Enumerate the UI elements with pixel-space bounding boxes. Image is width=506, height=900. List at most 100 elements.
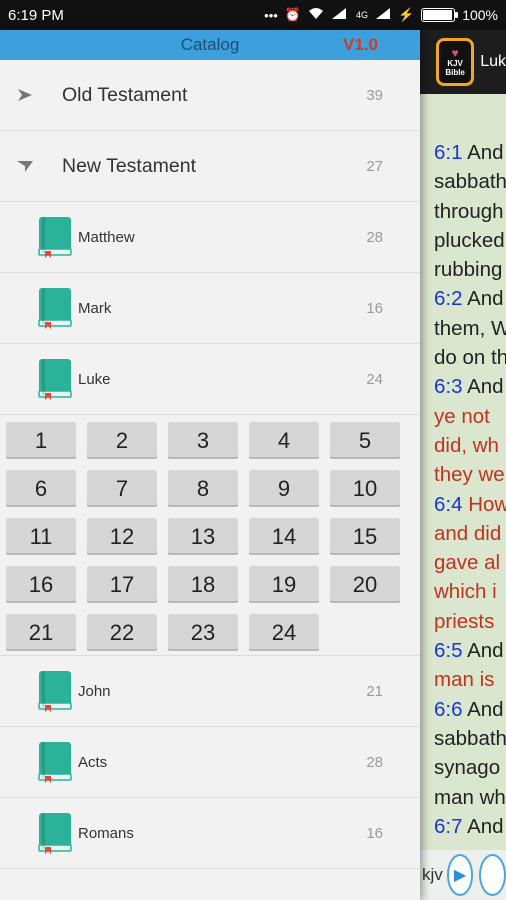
chapter-button[interactable]: 17 [87, 566, 157, 603]
play-button[interactable]: ▶ [446, 854, 474, 896]
book-item-acts[interactable]: Acts 28 [0, 727, 420, 798]
verse-number[interactable]: 6:3 [434, 375, 463, 398]
verse-line: through [434, 197, 506, 226]
verse-text: sabbath [434, 170, 506, 194]
chapter-button[interactable]: 6 [6, 470, 76, 507]
chapter-button[interactable]: 18 [168, 566, 238, 603]
testament-new[interactable]: New Testament 27 [0, 131, 420, 202]
chapter-grid: 1 2 3 4 5 6 7 8 9 10 11 12 13 14 15 16 17 18 19 20 21 22 23 24 [0, 415, 420, 656]
chapter-button[interactable]: 7 [87, 470, 157, 507]
verse-number[interactable]: 6:7 [434, 815, 463, 838]
chapter-button[interactable]: 19 [249, 566, 319, 603]
translation-label[interactable]: kjv [422, 865, 443, 885]
verse-line: ye not [434, 402, 506, 431]
verse-text: and did [434, 521, 502, 545]
verse-text: sabbath [434, 726, 506, 750]
verse-text: man wh [434, 785, 506, 809]
verse-text: And [462, 287, 504, 311]
more-dots-icon: ••• [264, 7, 278, 23]
book-label: John [78, 682, 111, 700]
chapter-button[interactable]: 1 [6, 422, 76, 459]
play-icon: ▶ [453, 867, 467, 884]
book-item-john[interactable]: John 21 [0, 656, 420, 727]
collapsed-arrow-icon [14, 84, 36, 106]
verse-line: 6:3 And [434, 372, 506, 401]
chapter-button[interactable]: 3 [168, 422, 238, 459]
verse-text: do on th [434, 346, 506, 370]
chapter-count: 28 [366, 753, 383, 771]
chapter-button[interactable]: 22 [87, 614, 157, 651]
book-icon [38, 216, 72, 258]
chapter-count: 28 [366, 228, 383, 246]
chapter-button[interactable]: 14 [249, 518, 319, 555]
book-item-mark[interactable]: Mark 16 [0, 273, 420, 344]
verse-text: And [462, 375, 504, 399]
chapter-button[interactable]: 20 [330, 566, 400, 603]
chapter-button[interactable]: 5 [330, 422, 400, 459]
chapter-button[interactable]: 10 [330, 470, 400, 507]
verse-number[interactable]: 6:4 [434, 493, 463, 516]
verse-line: do on th [434, 343, 506, 372]
testament-old[interactable]: Old Testament 39 [0, 60, 420, 131]
verse-text: plucked [434, 228, 505, 252]
chapter-button[interactable]: 11 [6, 518, 76, 555]
chapter-button[interactable]: 15 [330, 518, 400, 555]
chapter-button[interactable]: 9 [249, 470, 319, 507]
chapter-button[interactable]: 8 [168, 470, 238, 507]
verse-text: ye not [434, 404, 490, 428]
book-label: Luke [78, 370, 111, 388]
drawer-title: Catalog [180, 35, 240, 54]
verse-number[interactable]: 6:6 [434, 698, 463, 721]
verse-text: synago [434, 756, 501, 780]
chapter-count: 16 [366, 824, 383, 842]
book-icon [38, 741, 72, 783]
audio-button[interactable] [479, 854, 506, 896]
status-time: 6:19 PM [8, 6, 64, 24]
chapter-button[interactable]: 21 [6, 614, 76, 651]
book-icon [38, 287, 72, 329]
verse-text: And [462, 697, 504, 721]
expanded-arrow-icon [14, 155, 36, 177]
app-logo[interactable]: ♥ KJV Bible [436, 38, 475, 86]
chapter-button[interactable]: 23 [168, 614, 238, 651]
verse-line: synago [434, 753, 506, 782]
status-bar: 6:19 PM ••• ⏰ 4G ⚡ 100% [0, 0, 506, 30]
verse-text: And [462, 639, 504, 663]
chapter-count: 24 [366, 370, 383, 388]
verse-line: rubbing [434, 255, 506, 284]
book-item-matthew[interactable]: Matthew 28 [0, 202, 420, 273]
book-label: Romans [78, 824, 134, 842]
verse-text: priests [434, 609, 495, 633]
reader-panel: ♥ KJV Bible Luk 6:1 And sabbath through plu… [420, 30, 506, 900]
book-count: 27 [366, 157, 383, 175]
verse-number[interactable]: 6:5 [434, 639, 463, 662]
verse-text: How [462, 492, 506, 516]
logo-small-text: KJV [447, 58, 463, 68]
chapter-button[interactable]: 12 [87, 518, 157, 555]
chapter-button[interactable]: 2 [87, 422, 157, 459]
verse-text: gave al [434, 551, 501, 575]
reader-title: Luk [480, 53, 506, 70]
chapter-button[interactable]: 13 [168, 518, 238, 555]
verse-line: priests [434, 607, 506, 636]
heart-icon: ♥ [451, 45, 459, 60]
verse-text: them, W [434, 316, 506, 340]
verse-line: man wh [434, 783, 506, 812]
verse-line: and did [434, 519, 506, 548]
battery-icon [421, 8, 459, 22]
catalog-drawer: Catalog V1.0 Old Testament 39 New Testam… [0, 30, 420, 900]
verse-number[interactable]: 6:2 [434, 287, 463, 310]
reader-text: 6:1 And sabbath through plucked rubbing 6:2 A… [420, 94, 506, 841]
signal-icon [331, 7, 349, 23]
verse-line: 6:1 And [434, 138, 506, 167]
chapter-button[interactable]: 4 [249, 422, 319, 459]
verse-text: man is [434, 668, 495, 692]
verse-line: 6:4 How [434, 490, 506, 519]
verse-number[interactable]: 6:1 [434, 141, 463, 164]
book-item-luke[interactable]: Luke 24 [0, 344, 420, 415]
chapter-button[interactable]: 16 [6, 566, 76, 603]
chapter-button[interactable]: 24 [249, 614, 319, 651]
book-item-romans[interactable]: Romans 16 [0, 798, 420, 869]
reader-header: ♥ KJV Bible Luk [420, 30, 506, 94]
chapter-count: 21 [366, 682, 383, 700]
